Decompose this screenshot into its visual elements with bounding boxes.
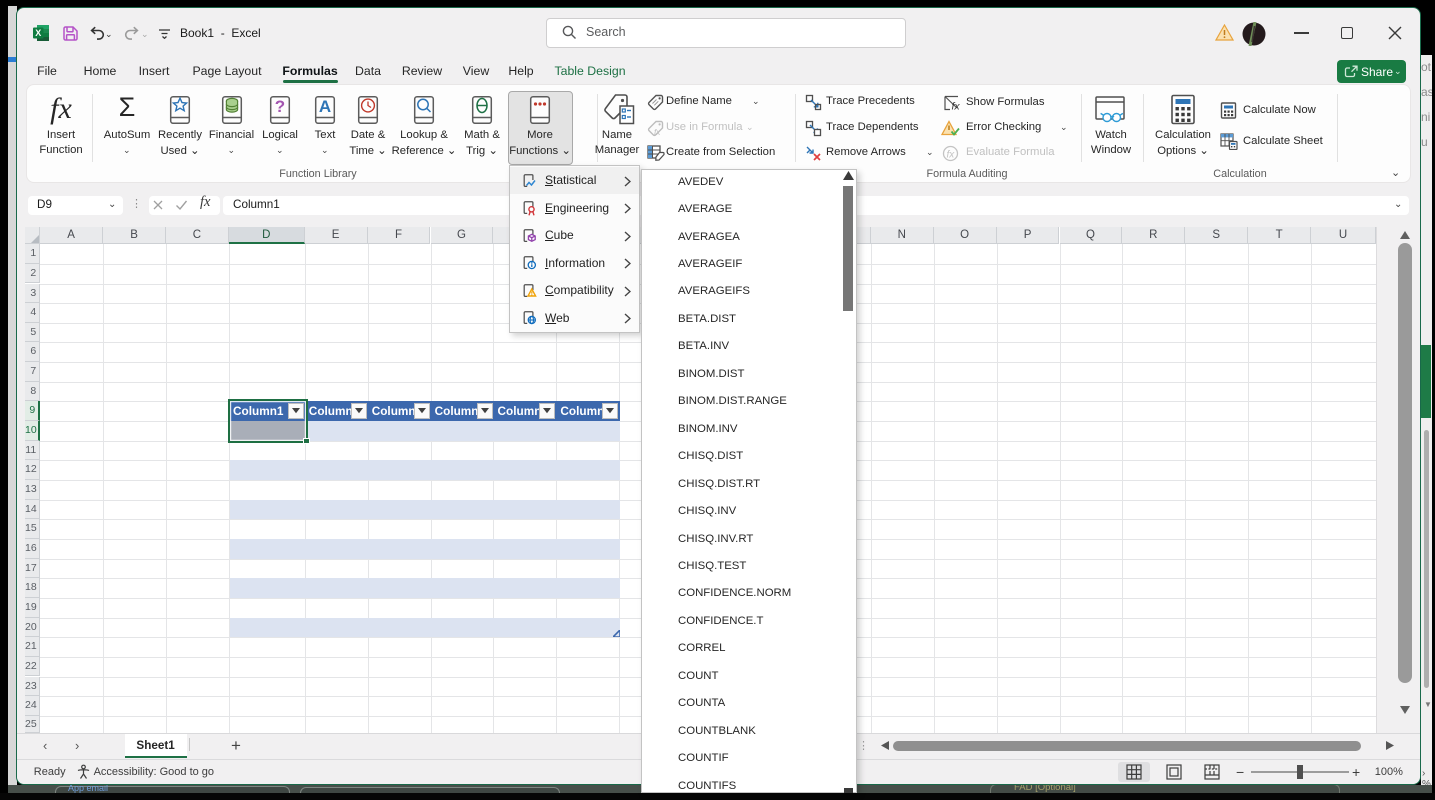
- svg-text:fx: fx: [947, 150, 956, 161]
- svg-text:?: ?: [275, 97, 285, 116]
- svg-text:A: A: [319, 97, 331, 116]
- svg-text:X: X: [35, 28, 41, 38]
- svg-text:fx: fx: [952, 101, 961, 112]
- svg-text:fx: fx: [654, 128, 661, 137]
